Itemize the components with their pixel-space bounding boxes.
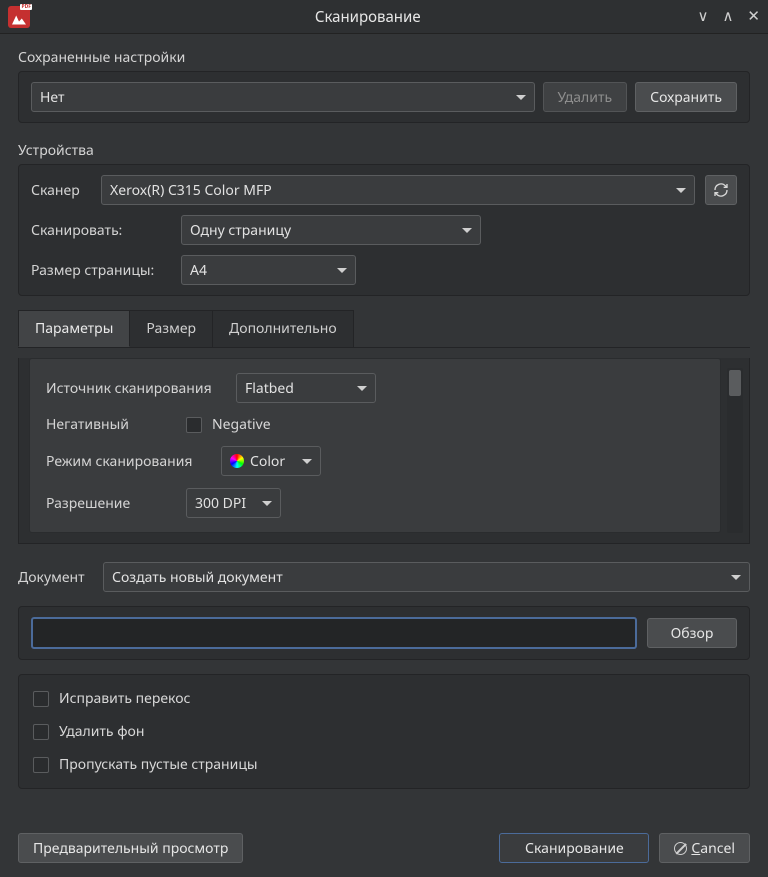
scan-mode-label: Сканировать:	[31, 221, 171, 240]
cancel-icon	[674, 842, 687, 855]
document-target-value: Создать новый документ	[112, 568, 283, 587]
scan-mode-param-label: Режим сканирования	[46, 452, 211, 471]
browse-button[interactable]: Обзор	[647, 618, 737, 648]
scan-source-label: Источник сканирования	[46, 379, 226, 398]
close-icon[interactable]: ✕	[747, 9, 760, 24]
skip-blank-label: Пропускать пустые страницы	[59, 755, 258, 774]
resolution-select[interactable]: 300 DPI	[186, 488, 281, 518]
color-swatch-icon	[230, 454, 244, 468]
output-path-input[interactable]	[31, 617, 637, 649]
tab-size[interactable]: Размер	[129, 310, 213, 347]
resolution-label: Разрешение	[46, 494, 176, 513]
deskew-label: Исправить перекос	[59, 689, 190, 708]
scrollbar[interactable]	[727, 368, 743, 533]
chevron-down-icon	[357, 386, 367, 391]
page-size-label: Размер страницы:	[31, 261, 171, 280]
devices-section: Устройства Сканер Xerox(R) C315 Color MF…	[18, 141, 750, 296]
scan-mode-value: Одну страницу	[190, 221, 291, 240]
saved-settings-section: Сохраненные настройки Нет Удалить Сохран…	[18, 48, 750, 123]
chevron-down-icon	[302, 459, 312, 464]
preview-button[interactable]: Предварительный просмотр	[18, 833, 243, 863]
page-size-select[interactable]: A4	[181, 255, 356, 285]
resolution-value: 300 DPI	[195, 494, 246, 513]
refresh-icon	[713, 182, 729, 198]
negative-label: Негативный	[46, 415, 176, 434]
color-mode-value: Color	[250, 452, 285, 471]
negative-checkbox[interactable]	[186, 417, 202, 433]
remove-background-label: Удалить фон	[59, 722, 144, 741]
dialog-footer: Предварительный просмотр Сканирование Ca…	[0, 823, 768, 877]
skip-blank-checkbox[interactable]	[33, 757, 49, 773]
chevron-down-icon	[516, 95, 526, 100]
maximize-icon[interactable]: ∧	[722, 9, 733, 24]
deskew-checkbox[interactable]	[33, 691, 49, 707]
chevron-down-icon	[462, 228, 472, 233]
titlebar: Сканирование ∨ ∧ ✕	[0, 0, 768, 34]
scan-mode-select[interactable]: Одну страницу	[181, 215, 481, 245]
scanner-label: Сканер	[31, 181, 91, 200]
tab-advanced[interactable]: Дополнительно	[212, 310, 354, 347]
chevron-down-icon	[676, 188, 686, 193]
scan-options-tabs: Параметры Размер Дополнительно Источник …	[18, 310, 750, 544]
remove-background-checkbox[interactable]	[33, 724, 49, 740]
scan-source-select[interactable]: Flatbed	[236, 373, 376, 403]
scanner-value: Xerox(R) C315 Color MFP	[110, 181, 272, 200]
cancel-button[interactable]: Cancel	[659, 833, 750, 863]
page-size-value: A4	[190, 261, 207, 280]
window-title: Сканирование	[38, 7, 697, 27]
negative-checkbox-text: Negative	[212, 415, 271, 434]
app-icon	[8, 6, 30, 28]
devices-label: Устройства	[18, 141, 750, 160]
saved-settings-label: Сохраненные настройки	[18, 48, 750, 67]
save-preset-button[interactable]: Сохранить	[635, 82, 737, 112]
scrollbar-thumb[interactable]	[729, 370, 741, 396]
color-mode-select[interactable]: Color	[221, 446, 321, 476]
scan-source-value: Flatbed	[245, 379, 294, 398]
document-label: Документ	[18, 568, 93, 587]
chevron-down-icon	[262, 501, 272, 506]
chevron-down-icon	[731, 575, 741, 580]
scanner-select[interactable]: Xerox(R) C315 Color MFP	[101, 175, 695, 205]
scan-button[interactable]: Сканирование	[499, 833, 649, 863]
delete-preset-button: Удалить	[543, 82, 628, 112]
chevron-down-icon	[337, 268, 347, 273]
preset-value: Нет	[40, 88, 65, 107]
refresh-scanners-button[interactable]	[705, 175, 737, 205]
minimize-icon[interactable]: ∨	[697, 9, 708, 24]
document-target-select[interactable]: Создать новый документ	[103, 562, 750, 592]
preset-select[interactable]: Нет	[31, 82, 535, 112]
tab-parameters[interactable]: Параметры	[18, 310, 130, 347]
